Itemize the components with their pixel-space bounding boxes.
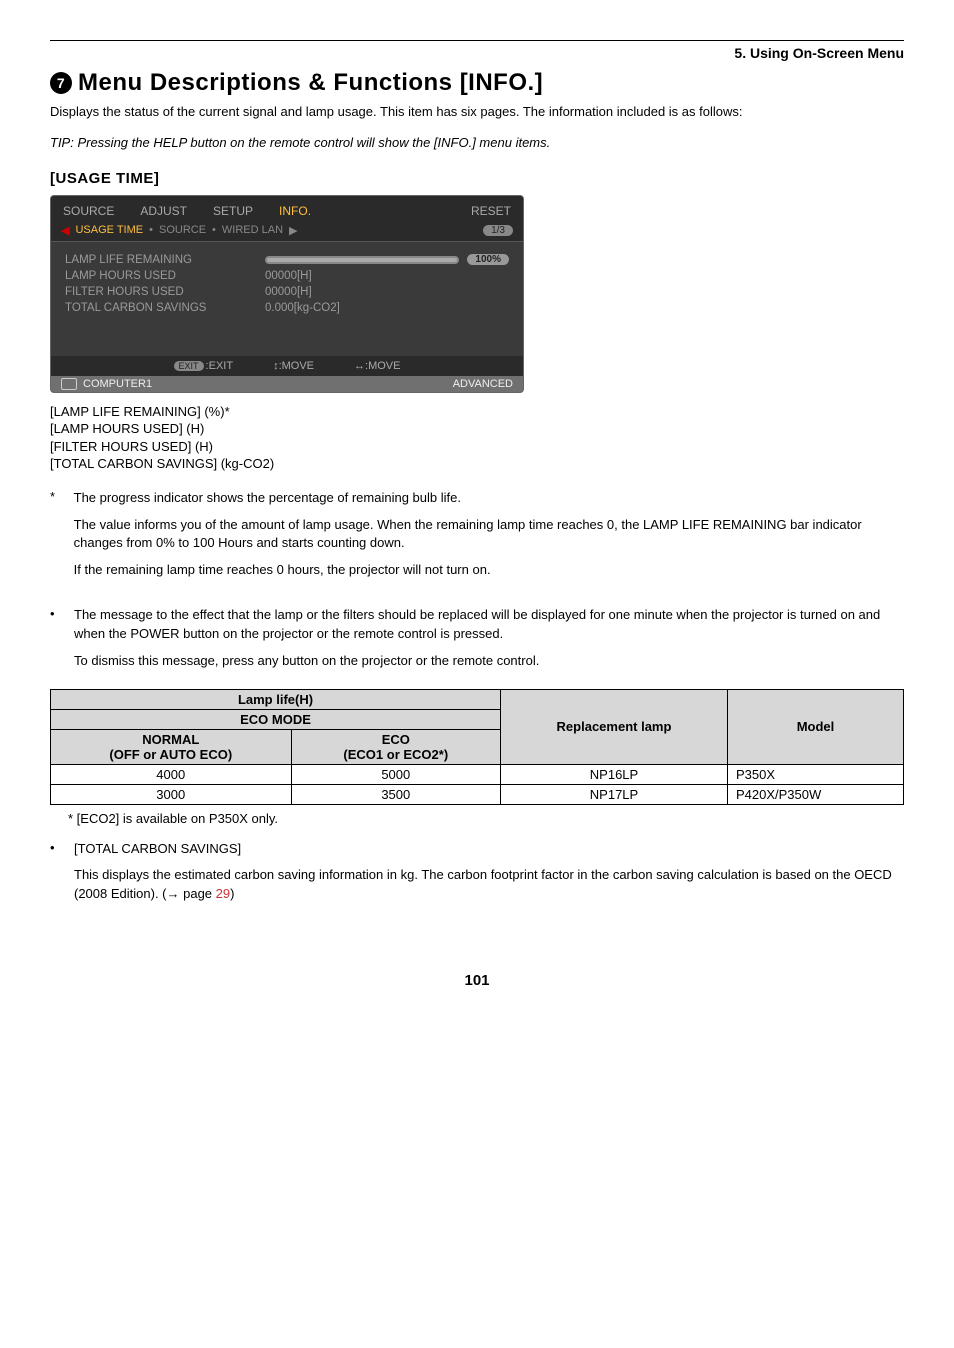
osd-tab-info: INFO.: [277, 200, 313, 222]
osd-label: FILTER HOURS USED: [65, 286, 265, 298]
table-row: 4000 5000 NP16LP P350X: [51, 764, 904, 784]
th-normal: NORMAL (OFF or AUTO ECO): [51, 729, 292, 764]
heading-number-icon: 7: [50, 72, 72, 94]
note-p3: If the remaining lamp time reaches 0 hou…: [74, 561, 904, 580]
osd-subtab-wired-lan: WIRED LAN: [222, 224, 283, 236]
osd-body: LAMP LIFE REMAINING 100% LAMP HOURS USED…: [51, 242, 523, 356]
bullet2-title: [TOTAL CARBON SAVINGS]: [74, 840, 904, 859]
osd-tab-source: SOURCE: [61, 200, 116, 222]
osd-subtab-right-arrow-icon: ▶: [289, 224, 297, 237]
osd-footer-exit: EXIT:EXIT: [174, 360, 234, 372]
bullet-replace-message: • The message to the effect that the lam…: [50, 606, 904, 679]
page-number: 101: [50, 972, 904, 989]
osd-label: TOTAL CARBON SAVINGS: [65, 302, 265, 314]
td-normal: 3000: [51, 784, 292, 804]
osd-row-lamp-hours: LAMP HOURS USED 00000[H]: [65, 268, 509, 284]
th-eco-mode: ECO MODE: [51, 709, 501, 729]
td-model: P420X/P350W: [727, 784, 903, 804]
td-normal: 4000: [51, 764, 292, 784]
osd-value: 00000[H]: [265, 270, 312, 282]
osd-subtab-left-arrow-icon: ◀: [61, 224, 69, 237]
osd-row-carbon: TOTAL CARBON SAVINGS 0.000[kg-CO2]: [65, 300, 509, 316]
td-eco: 5000: [291, 764, 501, 784]
osd-label: LAMP HOURS USED: [65, 270, 265, 282]
osd-row-lamp-life: LAMP LIFE REMAINING 100%: [65, 252, 509, 268]
osd-menu: SOURCE ADJUST SETUP INFO. RESET ◀ USAGE …: [50, 195, 524, 393]
osd-row-filter-hours: FILTER HOURS USED 00000[H]: [65, 284, 509, 300]
osd-tab-setup: SETUP: [211, 200, 255, 222]
td-model: P350X: [727, 764, 903, 784]
osd-tab-adjust: ADJUST: [138, 200, 189, 222]
td-lamp: NP16LP: [501, 764, 728, 784]
osd-status-source: COMPUTER1: [61, 378, 152, 390]
param-item: [LAMP LIFE REMAINING] (%)*: [50, 403, 904, 421]
th-replacement: Replacement lamp: [501, 689, 728, 764]
table-footnote: * [ECO2] is available on P350X only.: [68, 811, 904, 826]
osd-subtab-dot: •: [149, 224, 153, 236]
bullet2-body: This displays the estimated carbon savin…: [74, 866, 904, 904]
osd-label: LAMP LIFE REMAINING: [65, 254, 265, 266]
th-eco: ECO (ECO1 or ECO2*): [291, 729, 501, 764]
osd-status: COMPUTER1 ADVANCED: [51, 376, 523, 392]
th-model: Model: [727, 689, 903, 764]
progress-bar: [265, 256, 459, 264]
param-item: [TOTAL CARBON SAVINGS] (kg-CO2): [50, 455, 904, 473]
osd-subtab-source: SOURCE: [159, 224, 206, 236]
bullet-dot-icon: •: [50, 606, 74, 679]
asterisk-note: * The progress indicator shows the perce…: [50, 489, 904, 588]
heading-text: Menu Descriptions & Functions [INFO.]: [78, 69, 543, 97]
osd-page-indicator: 1/3: [483, 225, 513, 236]
osd-tab-reset: RESET: [469, 200, 513, 222]
osd-subtabs: ◀ USAGE TIME • SOURCE • WIRED LAN ▶ 1/3: [51, 222, 523, 242]
bullet1-p1: The message to the effect that the lamp …: [74, 606, 904, 644]
table-row: 3000 3500 NP17LP P420X/P350W: [51, 784, 904, 804]
note-p2: The value informs you of the amount of l…: [74, 516, 904, 554]
intro-text: Displays the status of the current signa…: [50, 103, 904, 121]
osd-value: 00000[H]: [265, 286, 312, 298]
tip-text: TIP: Pressing the HELP button on the rem…: [50, 135, 904, 150]
chapter-title: 5. Using On-Screen Menu: [50, 45, 904, 61]
osd-subtab-dot: •: [212, 224, 216, 236]
th-lamp-life: Lamp life(H): [51, 689, 501, 709]
param-item: [LAMP HOURS USED] (H): [50, 420, 904, 438]
progress-pct: 100%: [467, 254, 509, 265]
param-item: [FILTER HOURS USED] (H): [50, 438, 904, 456]
osd-status-mode: ADVANCED: [453, 378, 513, 390]
page-link: 29: [216, 886, 230, 901]
bullet1-p2: To dismiss this message, press any butto…: [74, 652, 904, 671]
main-heading: 7 Menu Descriptions & Functions [INFO.]: [50, 69, 904, 97]
osd-tabs: SOURCE ADJUST SETUP INFO. RESET: [51, 196, 523, 222]
source-icon: [61, 378, 77, 390]
osd-value: 0.000[kg-CO2]: [265, 302, 340, 314]
asterisk-marker: *: [50, 489, 70, 504]
osd-footer: EXIT:EXIT ↕:MOVE ↔:MOVE: [51, 356, 523, 376]
td-eco: 3500: [291, 784, 501, 804]
osd-footer-move-v: ↕:MOVE: [273, 360, 314, 372]
exit-badge-icon: EXIT: [174, 361, 204, 371]
note-p1: The progress indicator shows the percent…: [74, 489, 904, 508]
bullet-carbon-savings: • [TOTAL CARBON SAVINGS] This displays t…: [50, 840, 904, 913]
osd-footer-move-h: ↔:MOVE: [354, 360, 400, 372]
sub-heading-usage-time: [USAGE TIME]: [50, 170, 904, 187]
lamp-life-table: Lamp life(H) Replacement lamp Model ECO …: [50, 689, 904, 805]
bullet-dot-icon: •: [50, 840, 74, 913]
osd-subtab-usage-time: USAGE TIME: [75, 224, 143, 236]
td-lamp: NP17LP: [501, 784, 728, 804]
param-list: [LAMP LIFE REMAINING] (%)* [LAMP HOURS U…: [50, 403, 904, 473]
